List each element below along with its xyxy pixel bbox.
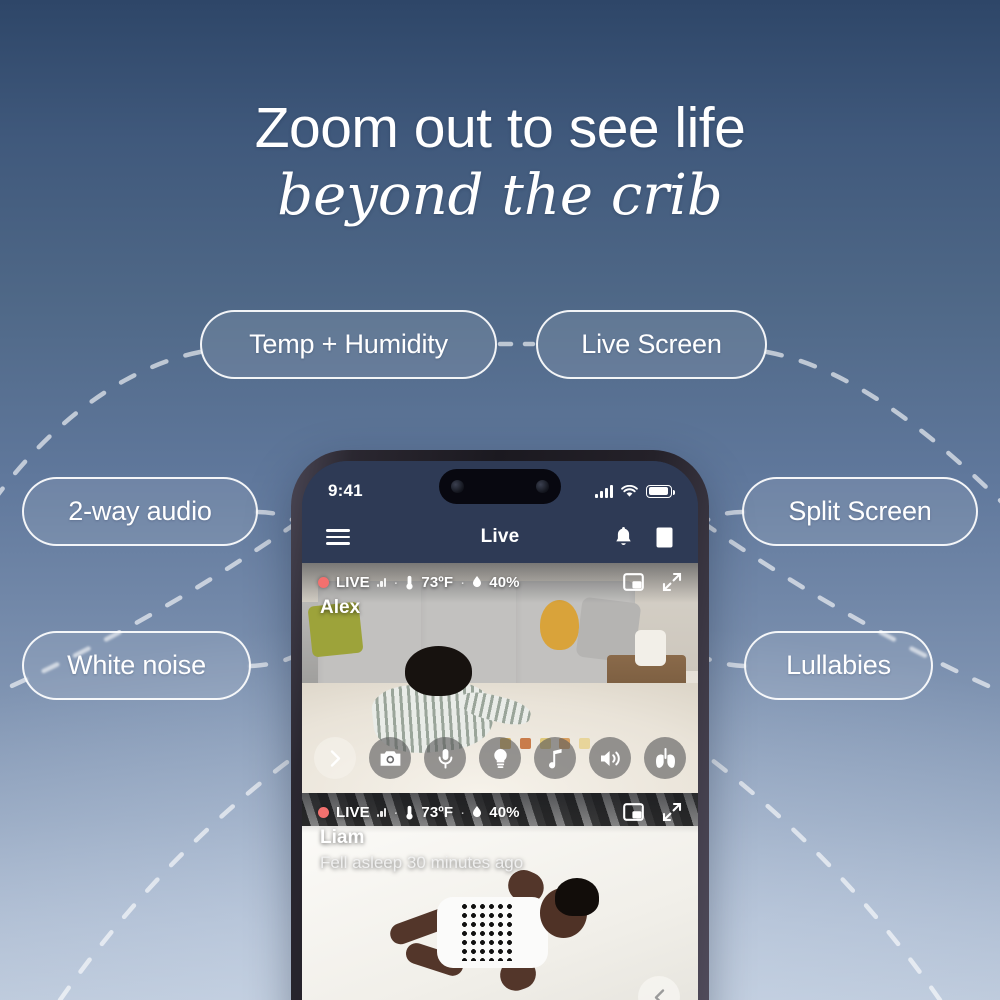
page-title: Zoom out to see life beyond the crib: [0, 96, 1000, 232]
feed-view-actions: [623, 802, 682, 822]
music-note-icon: [548, 748, 562, 768]
control-volume-button[interactable]: [589, 737, 631, 779]
camera-feed-alex[interactable]: LIVE · 73ºF · 40% Alex: [302, 563, 698, 793]
front-camera-icon: [451, 480, 464, 493]
picture-in-picture-icon[interactable]: [623, 573, 644, 591]
feature-pill-label: Temp + Humidity: [249, 329, 448, 359]
feed-status-row-liam: LIVE · 73ºF · 40%: [318, 802, 682, 822]
wifi-icon: [621, 484, 638, 498]
control-lullaby-button[interactable]: [534, 737, 576, 779]
droplet-icon: [472, 805, 482, 819]
feature-pill-white-noise[interactable]: White noise: [22, 631, 251, 700]
thermometer-icon: [405, 575, 414, 590]
feature-pill-live-screen[interactable]: Live Screen: [536, 310, 767, 379]
battery-icon: [646, 484, 675, 498]
feature-pill-label: 2-way audio: [68, 496, 212, 526]
feature-pill-label: Split Screen: [788, 496, 932, 526]
control-talk-button[interactable]: [424, 737, 466, 779]
app-nav-bar: Live: [302, 511, 698, 563]
microphone-icon: [438, 748, 452, 769]
bell-icon[interactable]: [614, 526, 633, 548]
temperature-value: 73ºF: [421, 803, 454, 821]
feature-pill-label: White noise: [67, 650, 206, 680]
live-indicator-dot: [318, 576, 329, 588]
feature-pill-lullabies[interactable]: Lullabies: [744, 631, 933, 700]
signal-bars-icon: [376, 577, 387, 587]
feature-pill-label: Lullabies: [786, 650, 891, 680]
phone-mockup: 9:41 Live LIVE · 73ºF · 40% Alex LIVE · …: [291, 450, 709, 1000]
face-id-sensor-icon: [536, 480, 549, 493]
lightbulb-icon: [493, 748, 507, 768]
expand-fullscreen-icon[interactable]: [662, 802, 682, 822]
feature-pill-split-screen[interactable]: Split Screen: [742, 477, 978, 546]
picture-in-picture-icon[interactable]: [623, 803, 644, 821]
status-bar-clock: 9:41: [328, 481, 363, 500]
phone-screen: 9:41 Live LIVE · 73ºF · 40% Alex LIVE · …: [302, 461, 698, 1000]
feed-sleep-status: Fell asleep 30 minutes ago: [320, 853, 524, 872]
status-bar: 9:41: [302, 461, 698, 511]
control-snapshot-button[interactable]: [369, 737, 411, 779]
control-breathing-button[interactable]: [644, 737, 686, 779]
camera-feed-liam[interactable]: LIVE · 73ºF · 40% Liam Fell asleep 30 mi…: [302, 793, 698, 1000]
feature-pill-temp-humidity[interactable]: Temp + Humidity: [200, 310, 497, 379]
separator-dot: ·: [460, 803, 466, 821]
feed-view-actions: [623, 572, 682, 592]
temperature-value: 73ºF: [421, 573, 454, 591]
live-label: LIVE: [336, 573, 370, 591]
live-label: LIVE: [336, 803, 370, 821]
camera-icon: [380, 750, 400, 766]
headline-line-2: beyond the crib: [277, 163, 723, 228]
separator-dot: ·: [460, 573, 466, 591]
headline-line-1: Zoom out to see life: [254, 96, 746, 160]
hamburger-menu-icon[interactable]: [326, 529, 350, 545]
signal-bars-icon: [376, 807, 387, 817]
control-next-camera-button[interactable]: [314, 737, 356, 779]
lungs-icon: [655, 747, 675, 768]
thermometer-icon: [405, 805, 414, 820]
feature-pill-label: Live Screen: [581, 329, 722, 359]
status-bar-indicators: [595, 484, 675, 498]
humidity-value: 40%: [489, 803, 520, 821]
feature-pill-two-way-audio[interactable]: 2-way audio: [22, 477, 258, 546]
feed-child-name: Alex: [320, 597, 361, 618]
humidity-value: 40%: [489, 573, 520, 591]
expand-fullscreen-icon[interactable]: [662, 572, 682, 592]
speaker-icon: [601, 750, 620, 766]
chevron-left-icon: [654, 988, 664, 1000]
signal-bars-icon: [595, 484, 613, 498]
droplet-icon: [472, 575, 482, 589]
chevron-right-icon: [330, 749, 340, 767]
feed-controls-alex: [302, 737, 698, 779]
separator-dot: ·: [393, 573, 399, 591]
dynamic-island: [439, 469, 561, 504]
feed-child-name: Liam: [320, 827, 365, 848]
nav-bar-actions: [614, 526, 674, 549]
live-indicator-dot: [318, 806, 329, 818]
single-view-icon[interactable]: [655, 526, 674, 549]
separator-dot: ·: [393, 803, 399, 821]
feed-status-row-alex: LIVE · 73ºF · 40%: [318, 572, 682, 592]
control-nightlight-button[interactable]: [479, 737, 521, 779]
